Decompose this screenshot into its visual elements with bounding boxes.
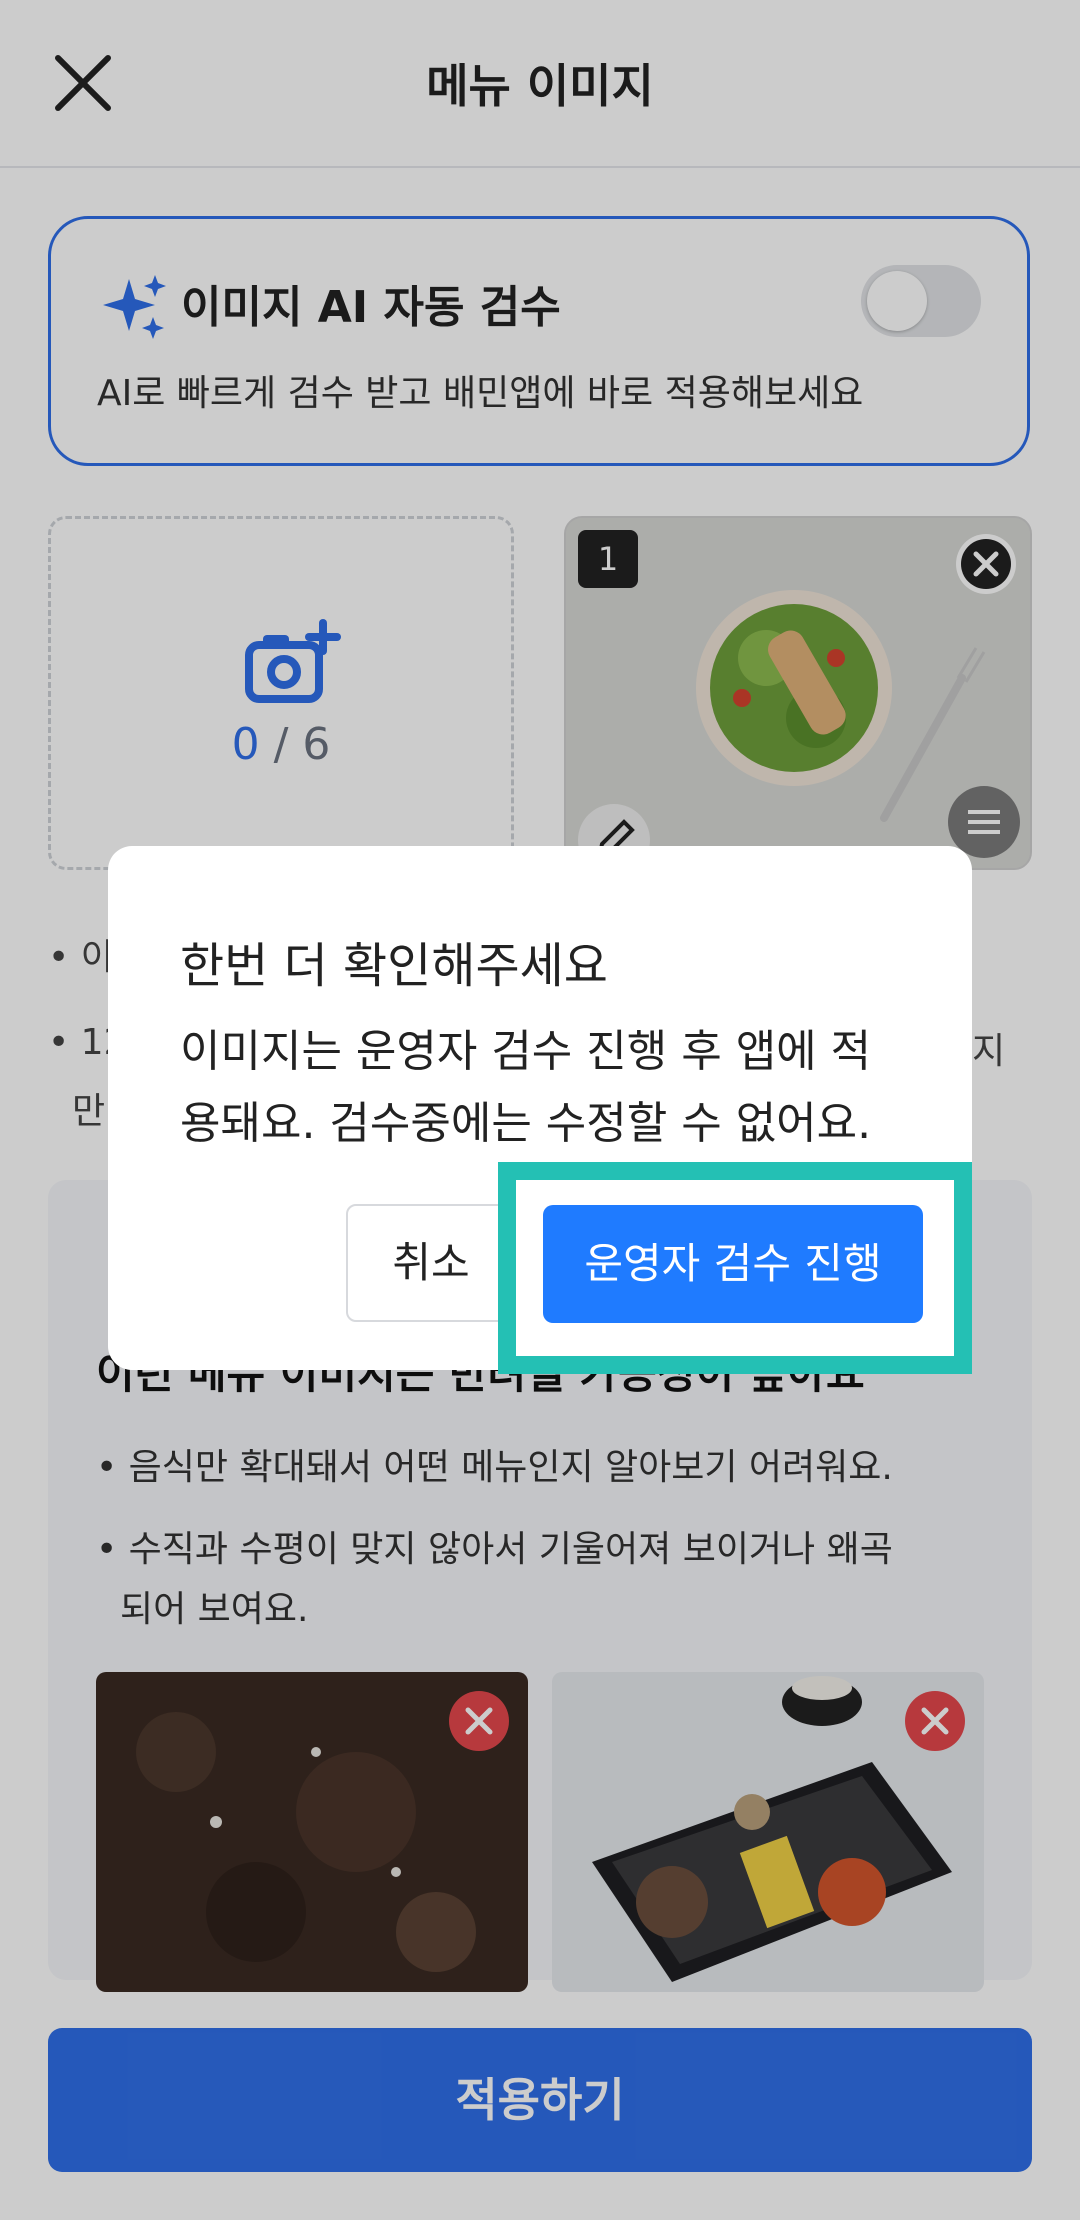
dialog-body-line-2: 용돼요. 검수중에는 수정할 수 없어요. [180,1098,872,1149]
dialog-body: 이미지는 운영자 검수 진행 후 앱에 적 용돼요. 검수중에는 수정할 수 없… [180,1016,920,1160]
cancel-button[interactable]: 취소 [346,1204,516,1322]
menu-image-screen: 메뉴 이미지 이미지 AI 자동 검수 AI로 빠르게 검수 받고 배민앱에 바… [0,0,1080,2220]
confirm-review-button[interactable]: 운영자 검수 진행 [543,1205,923,1323]
dialog-body-line-1: 이미지는 운영자 검수 진행 후 앱에 적 [180,1026,872,1077]
dialog-title: 한번 더 확인해주세요 [180,938,608,994]
